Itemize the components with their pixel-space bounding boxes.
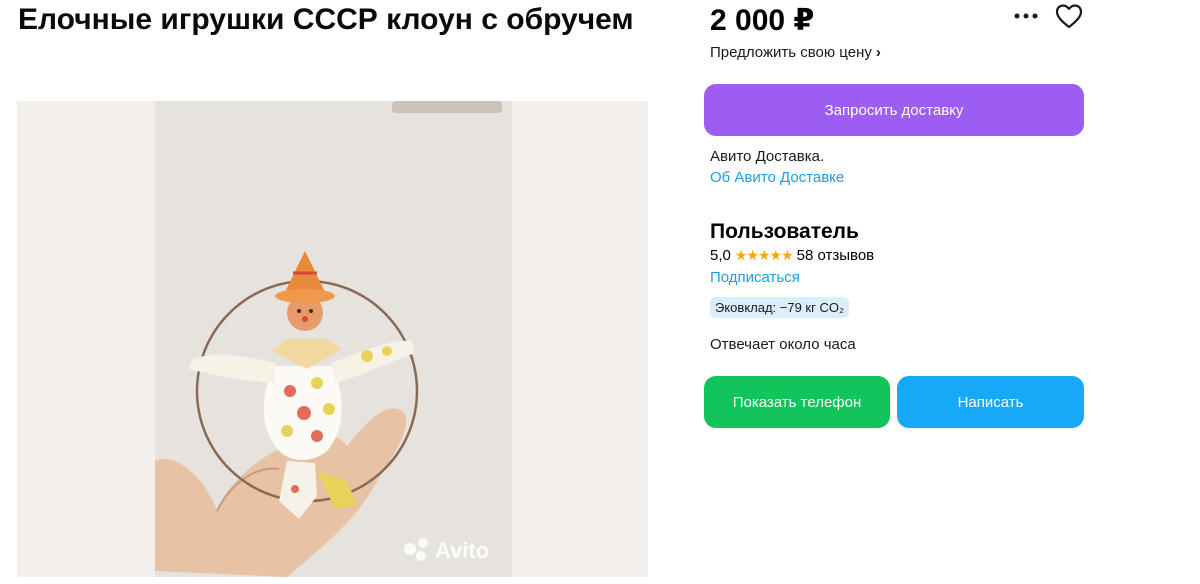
offer-price-label: Предложить свою цену — [710, 44, 872, 61]
listing-photo[interactable]: Avito — [17, 101, 648, 577]
heart-icon[interactable] — [1054, 2, 1084, 30]
reviews-count: 58 отзывов — [796, 247, 875, 264]
chevron-right-icon: › — [875, 44, 881, 61]
listing-price: 2 000 ₽ — [710, 4, 815, 37]
rating-value: 5,0 — [710, 247, 731, 264]
seller-rating[interactable]: 5,0 ★★★★★ 58 отзывов — [710, 247, 874, 264]
listing-title: Елочные игрушки СССР клоун с обручем — [18, 3, 634, 36]
eco-badge: Эковклад: −79 кг CO₂ — [710, 297, 850, 318]
show-phone-button[interactable]: Показать телефон — [704, 376, 890, 428]
rating-stars-icon: ★★★★★ — [734, 247, 794, 263]
seller-name[interactable]: Пользователь — [710, 220, 859, 244]
watermark-text: Avito — [435, 538, 490, 563]
write-message-button[interactable]: Написать — [897, 376, 1084, 428]
subscribe-link[interactable]: Подписаться — [710, 269, 800, 286]
response-time: Отвечает около часа — [710, 336, 856, 353]
more-dots-icon[interactable] — [1012, 6, 1040, 26]
request-delivery-button[interactable]: Запросить доставку — [704, 84, 1084, 136]
offer-price-link[interactable]: Предложить свою цену › — [710, 44, 881, 61]
delivery-note: Авито Доставка. — [710, 148, 825, 165]
delivery-info-link[interactable]: Об Авито Доставке — [710, 169, 844, 186]
